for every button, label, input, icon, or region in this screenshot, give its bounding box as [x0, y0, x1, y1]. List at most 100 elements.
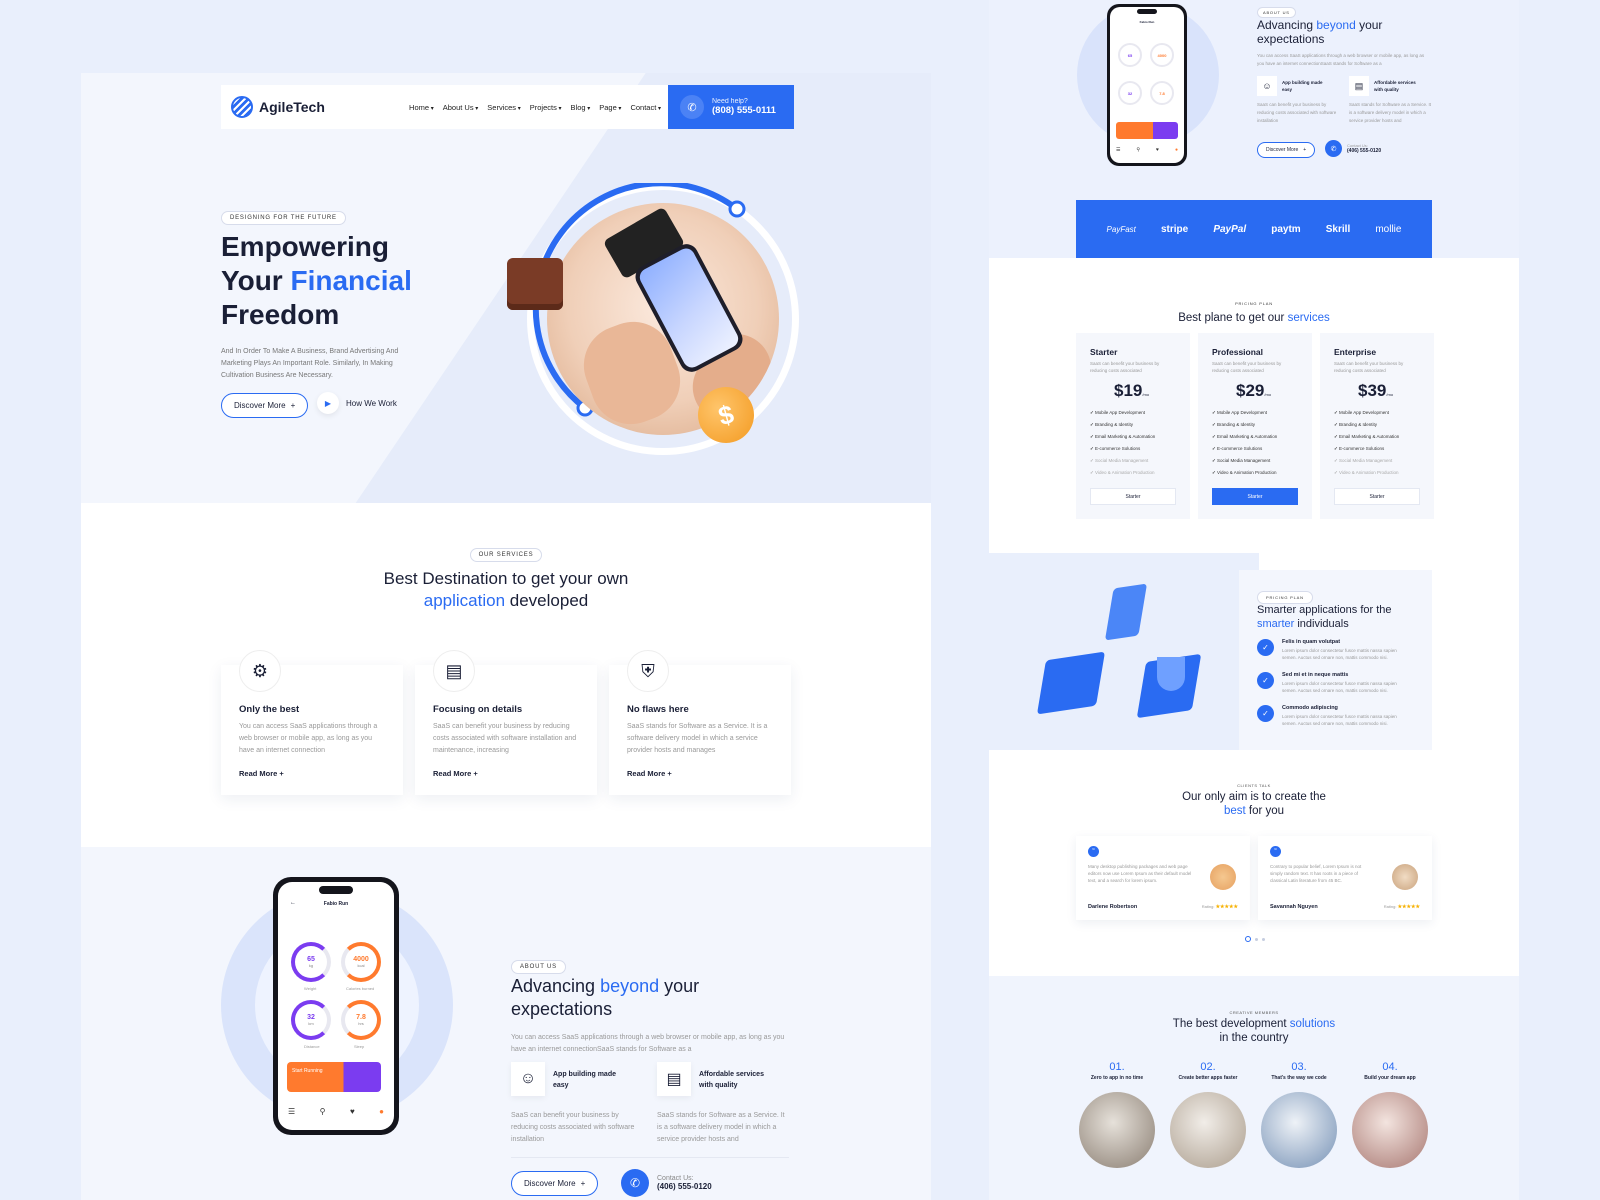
- payfast-logo: PayFast: [1106, 224, 1136, 234]
- isometric-illustration: [1029, 579, 1229, 739]
- plus-icon: +: [1303, 147, 1307, 153]
- search-icon[interactable]: ⚲: [320, 1107, 326, 1116]
- feature-title: App building made easy: [553, 1071, 616, 1089]
- contact-label: Contact Us:: [657, 1175, 694, 1182]
- profile-icon[interactable]: ●: [1175, 147, 1178, 153]
- nav-item-page[interactable]: Page: [599, 103, 621, 112]
- carousel-dot[interactable]: [1255, 937, 1258, 941]
- nav-item-blog[interactable]: Blog: [571, 103, 591, 112]
- read-more-link[interactable]: Read More +: [433, 769, 478, 778]
- pricing-header: PRICING PLAN Best plane to get our servi…: [989, 292, 1519, 324]
- stripe-logo: stripe: [1160, 223, 1189, 235]
- menu-icon[interactable]: ☰: [288, 1107, 295, 1116]
- services-title-line2: developed: [505, 591, 589, 610]
- smarter-item-text: Lorem ipsum dolor consectetur fusce matt…: [1282, 681, 1397, 693]
- carousel-dot[interactable]: [1262, 937, 1265, 941]
- phone-icon: ✆: [680, 95, 704, 119]
- plan-select-button[interactable]: Starter: [1090, 488, 1176, 505]
- menu-icon[interactable]: ☰: [1116, 147, 1120, 153]
- document-chart-icon: ▤: [657, 1062, 691, 1096]
- gauge-label: Weight: [304, 986, 317, 991]
- nav-item-services[interactable]: Services: [487, 103, 520, 112]
- service-card: ⛨ No flaws here SaaS stands for Software…: [609, 650, 791, 795]
- profile-icon[interactable]: ●: [379, 1107, 384, 1116]
- rating: Rating: ★★★★★: [1384, 904, 1420, 910]
- hero-title-line3: Freedom: [221, 299, 340, 330]
- document-chart-icon: ▤: [1349, 76, 1369, 96]
- plan-description: SaaS can benefit your business by reduci…: [1334, 361, 1404, 373]
- how-we-work-button[interactable]: ▶ How We Work: [317, 392, 397, 414]
- read-more-link[interactable]: Read More +: [239, 769, 284, 778]
- nav-item-projects[interactable]: Projects: [530, 103, 562, 112]
- contact-us[interactable]: ✆ Contact Us: (406) 555-0120: [621, 1169, 712, 1197]
- contact-phone: (406) 555-0120: [1347, 148, 1382, 154]
- plan-price-value: $19: [1114, 381, 1143, 400]
- feature-description: SaaS can benefit your business by reduci…: [1257, 102, 1337, 123]
- quote-icon: “: [1270, 846, 1281, 857]
- pricing-title: Best plane to get our services: [989, 312, 1519, 324]
- plan-feature: Branding & Identity: [1212, 419, 1298, 431]
- hero-title: Empowering Your Financial Freedom: [221, 230, 441, 332]
- navbar: AgileTech Home About Us Services Project…: [221, 85, 671, 129]
- about-feature: ▤ Affordable services with quality: [1349, 76, 1418, 96]
- hero-discover-button[interactable]: Discover More +: [221, 393, 309, 418]
- step-label: Create better apps faster: [1178, 1075, 1238, 1081]
- smarter-item-title: Sed mi et in neque mattis: [1282, 672, 1349, 678]
- help-phone-button[interactable]: ✆ Need help? (808) 555-0111: [668, 85, 794, 129]
- plan-feature: Branding & Identity: [1090, 419, 1176, 431]
- search-icon[interactable]: ⚲: [1136, 147, 1140, 153]
- plan-select-button[interactable]: Starter: [1334, 488, 1420, 505]
- about-discover-button[interactable]: Discover More +: [1257, 142, 1316, 158]
- heart-icon[interactable]: ♥: [350, 1107, 355, 1116]
- heart-icon[interactable]: ♥: [1156, 147, 1159, 153]
- plan-feature: Social Media Management: [1334, 455, 1420, 467]
- step-number: 04.: [1382, 1061, 1398, 1073]
- feature-description: SaaS can benefit your business by reduci…: [511, 1112, 635, 1143]
- plan-select-button[interactable]: Starter: [1212, 488, 1298, 505]
- plan-feature: E-commerce Solutions: [1334, 443, 1420, 455]
- developer-avatar-icon: ☺: [1257, 76, 1277, 96]
- plus-icon: +: [580, 1179, 586, 1188]
- plan-feature: Video & Animation Production: [1334, 467, 1420, 479]
- pricing-title-highlight: services: [1287, 312, 1330, 324]
- how-we-work-label: How We Work: [346, 398, 397, 408]
- developer-avatar-icon: ☺: [511, 1062, 545, 1096]
- wallet-icon: [507, 258, 563, 310]
- about-eyebrow: ABOUT US: [1257, 7, 1296, 18]
- smarter-item-title: Felis in quam volutpat: [1282, 639, 1341, 645]
- read-more-link[interactable]: Read More +: [627, 769, 672, 778]
- plan-feature: Mobile App Development: [1090, 407, 1176, 419]
- rating-label: Rating:: [1201, 904, 1215, 909]
- promo-banner[interactable]: Start Running: [287, 1062, 381, 1092]
- plan-feature: Email Marketing & Automation: [1334, 431, 1420, 443]
- gauge-label: Distance: [304, 1044, 320, 1049]
- carousel-dot-active[interactable]: [1245, 936, 1251, 942]
- weight-gauge: 65: [1118, 43, 1142, 67]
- feature-title: Affordable services with quality: [1374, 80, 1416, 92]
- plan-feature: Social Media Management: [1212, 455, 1298, 467]
- step-number: 01.: [1109, 1061, 1125, 1073]
- phone-illustration: [1104, 583, 1148, 641]
- step-number: 02.: [1200, 1061, 1216, 1073]
- about-description: You can access SaaS applications through…: [1257, 53, 1425, 66]
- sleep-gauge: 7.8: [1150, 81, 1174, 105]
- nav-item-about[interactable]: About Us: [443, 103, 479, 112]
- smarter-title-highlight: smarter: [1257, 618, 1295, 630]
- feature-description: SaaS stands for Software as a Service. I…: [657, 1112, 785, 1143]
- nav-menu: Home About Us Services Projects Blog Pag…: [409, 103, 661, 112]
- check-icon: ✓: [1257, 639, 1274, 656]
- pricing-card-enterprise: Enterprise SaaS can benefit your busines…: [1320, 333, 1434, 519]
- plan-price: $39/mo: [1358, 381, 1420, 401]
- nav-item-contact[interactable]: Contact: [630, 103, 661, 112]
- team-header: CREATIVE MEMBERS The best development so…: [989, 1010, 1519, 1045]
- team-title-part2: in the country: [1219, 1032, 1289, 1044]
- about-section: ← Fabio Run 65 kg 4000 kcal Weight Calorie…: [81, 847, 931, 1200]
- contact-us[interactable]: ✆ Contact Us: (406) 555-0120: [1325, 140, 1381, 157]
- nav-item-home[interactable]: Home: [409, 103, 434, 112]
- about-discover-button[interactable]: Discover More +: [511, 1171, 599, 1196]
- logo[interactable]: AgileTech: [231, 96, 325, 118]
- about-title-part1: Advancing: [511, 976, 601, 996]
- landing-page-main: AgileTech Home About Us Services Project…: [81, 73, 931, 1200]
- plan-feature: E-commerce Solutions: [1212, 443, 1298, 455]
- step-photo: [1261, 1092, 1337, 1168]
